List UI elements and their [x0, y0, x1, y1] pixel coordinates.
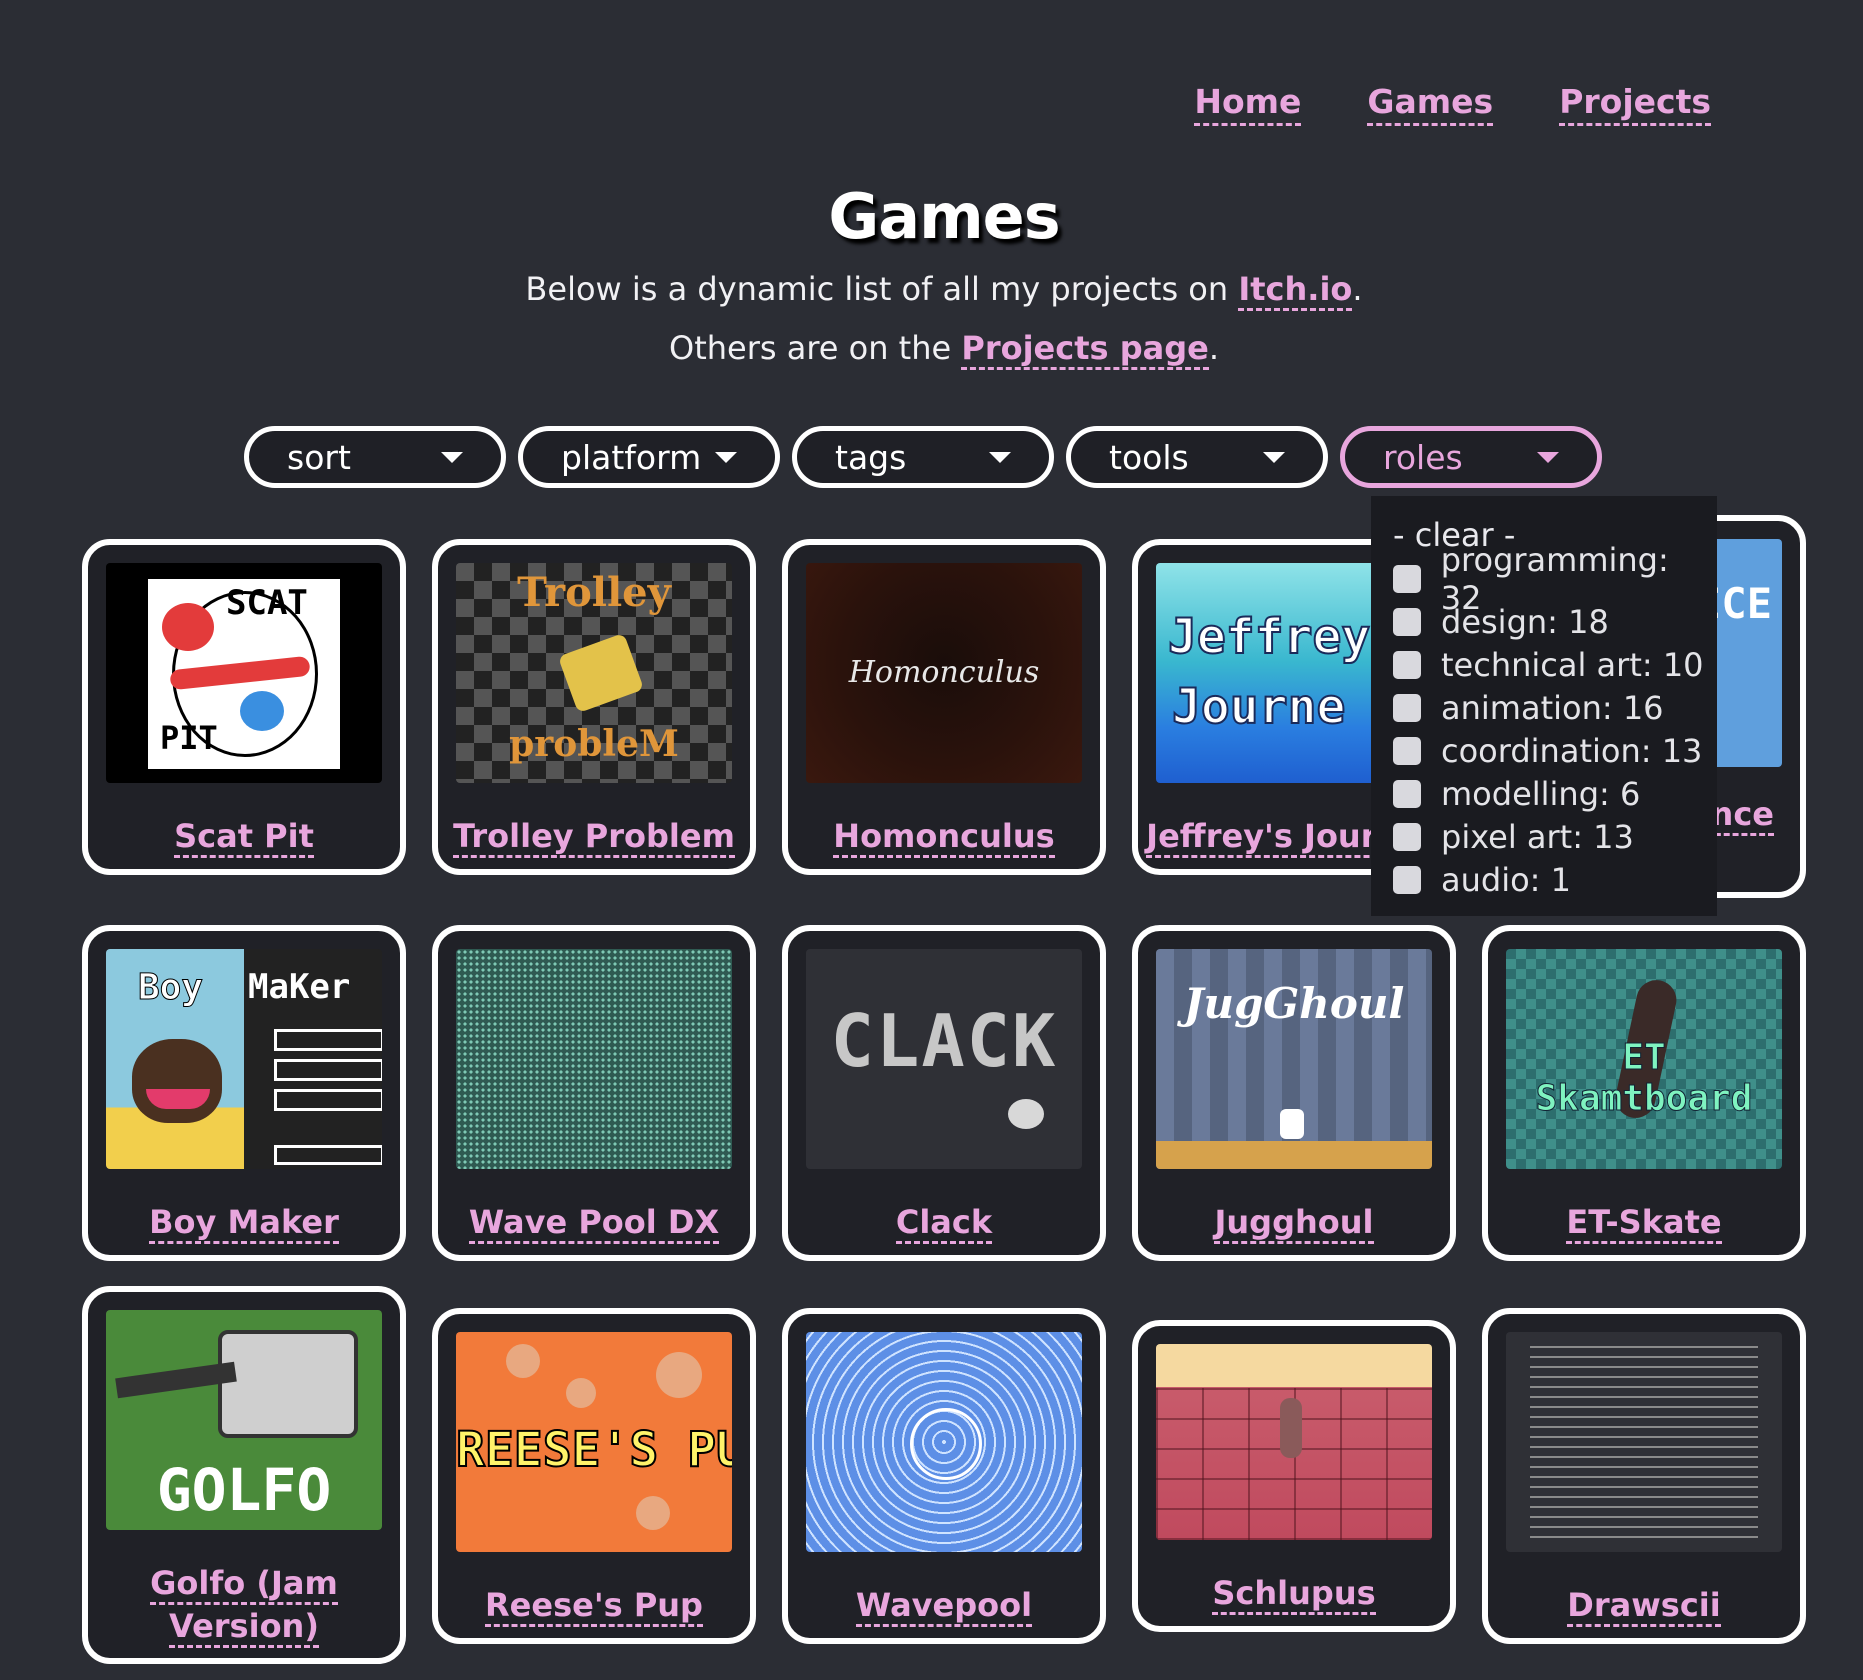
caret-down-icon [1263, 451, 1285, 463]
game-thumbnail[interactable] [806, 1332, 1082, 1552]
dot [636, 1496, 670, 1530]
role-option-coordination[interactable]: coordination: 13 [1371, 729, 1717, 772]
intro-line-1: Below is a dynamic list of all my projec… [0, 270, 1863, 311]
game-card[interactable]: Trolley probleM Trolley Problem [432, 539, 756, 875]
checkbox[interactable] [1393, 865, 1421, 894]
sort-dropdown[interactable]: sort [244, 426, 506, 488]
game-title-link[interactable]: Schlupus [1212, 1574, 1376, 1615]
game-title-link[interactable]: Reese's Pup [485, 1586, 703, 1627]
role-option-modelling[interactable]: modelling: 6 [1371, 772, 1717, 815]
game-thumbnail[interactable]: Homonculus [806, 563, 1082, 783]
game-title-link[interactable]: Wavepool [855, 1586, 1033, 1627]
caret-down-icon [715, 451, 737, 463]
role-option-programming[interactable]: programming: 32 [1371, 541, 1717, 617]
character-sprite [1280, 1398, 1302, 1458]
blue-blob [240, 691, 284, 731]
caret-down-icon [989, 451, 1011, 463]
trolley-figure [557, 632, 645, 714]
tools-dropdown[interactable]: tools [1066, 426, 1328, 488]
character-mouth [146, 1089, 210, 1109]
checkbox[interactable] [1393, 607, 1421, 636]
dot [656, 1352, 702, 1398]
checkbox[interactable] [1393, 736, 1421, 765]
checkbox[interactable] [1393, 779, 1421, 808]
game-card[interactable]: CLACK Clack [782, 925, 1106, 1261]
tags-dropdown[interactable]: tags [792, 426, 1054, 488]
roles-dropdown-menu: - clear - programming: 32 design: 18 tec… [1371, 496, 1717, 916]
game-thumbnail[interactable]: JugGhoul [1156, 949, 1432, 1169]
game-thumbnail[interactable]: Trolley probleM [456, 563, 732, 783]
game-card[interactable]: Schlupus [1132, 1320, 1456, 1632]
game-card[interactable]: Wave Pool DX [432, 925, 756, 1261]
nav-games-link[interactable]: Games [1367, 82, 1494, 126]
game-title-link[interactable]: Boy Maker [149, 1203, 339, 1244]
game-thumbnail[interactable] [1506, 1332, 1782, 1552]
platform-dropdown[interactable]: platform [518, 426, 780, 488]
game-title-link[interactable]: Trolley Problem [453, 817, 735, 858]
game-card[interactable]: Boy MaKer Boy Maker [82, 925, 406, 1261]
role-option-technical-art[interactable]: technical art: 10 [1371, 643, 1717, 686]
role-option-audio[interactable]: audio: 1 [1371, 858, 1717, 901]
top-nav: Home Games Projects [1194, 82, 1711, 126]
dot [506, 1344, 540, 1378]
caret-down-icon [441, 451, 463, 463]
ui-bar [274, 1089, 382, 1111]
nav-projects-link[interactable]: Projects [1559, 82, 1711, 126]
checkbox[interactable] [1393, 693, 1421, 722]
character-head [132, 1039, 222, 1123]
game-thumbnail[interactable]: SCAT PIT [106, 563, 382, 783]
game-card[interactable]: JugGhoul Jugghoul [1132, 925, 1456, 1261]
player-sprite [1280, 1109, 1304, 1139]
game-title-link[interactable]: Jugghoul [1214, 1203, 1374, 1244]
game-thumbnail[interactable]: CLACK [806, 949, 1082, 1169]
game-thumbnail[interactable] [456, 949, 732, 1169]
game-thumbnail[interactable]: Boy MaKer [106, 949, 382, 1169]
game-title-link[interactable]: Scat Pit [174, 817, 314, 858]
filter-bar: sort platform tags tools roles [244, 426, 1602, 488]
ui-bar [274, 1145, 382, 1165]
roles-dropdown[interactable]: roles [1340, 426, 1602, 488]
game-title-link[interactable]: Golfo (Jam Version) [150, 1564, 338, 1648]
intro-line-2: Others are on the Projects page. [0, 329, 1863, 370]
itchio-link[interactable]: Itch.io [1238, 270, 1353, 311]
page-title: Games [828, 180, 1060, 253]
projects-page-link[interactable]: Projects page [961, 329, 1209, 370]
game-title-link[interactable]: Wave Pool DX [468, 1203, 720, 1244]
game-title-link[interactable]: Clack [895, 1203, 993, 1244]
caret-down-icon [1537, 451, 1559, 463]
role-option-animation[interactable]: animation: 16 [1371, 686, 1717, 729]
game-thumbnail[interactable] [1156, 1344, 1432, 1540]
game-card[interactable]: GOLFO Golfo (Jam Version) [82, 1286, 406, 1664]
ui-bar [274, 1029, 382, 1051]
role-option-pixel-art[interactable]: pixel art: 13 [1371, 815, 1717, 858]
golf-cart [218, 1330, 358, 1438]
nav-home-link[interactable]: Home [1194, 82, 1302, 126]
checkbox[interactable] [1393, 650, 1421, 679]
ripple-ring [910, 1408, 982, 1480]
ui-bar [274, 1059, 382, 1081]
checkbox[interactable] [1393, 822, 1421, 851]
mouse-icon [1008, 1099, 1044, 1129]
red-blob [162, 603, 214, 651]
game-card[interactable]: Homonculus Homonculus [782, 539, 1106, 875]
ascii-art [1530, 1338, 1758, 1546]
game-card[interactable]: REESE'S PUP Reese's Pup [432, 1308, 756, 1644]
game-title-link[interactable]: Homonculus [833, 817, 1055, 858]
game-card[interactable]: Drawscii [1482, 1308, 1806, 1644]
game-thumbnail[interactable]: REESE'S PUP [456, 1332, 732, 1552]
game-title-link[interactable]: ET-Skate [1566, 1203, 1722, 1244]
checkbox[interactable] [1393, 564, 1421, 593]
game-card[interactable]: SCAT PIT Scat Pit [82, 539, 406, 875]
ground [1156, 1141, 1432, 1169]
game-thumbnail[interactable]: ET Skamtboard [1506, 949, 1782, 1169]
game-thumbnail[interactable]: GOLFO [106, 1310, 382, 1530]
game-card[interactable]: ET Skamtboard ET-Skate [1482, 925, 1806, 1261]
game-card[interactable]: Wavepool [782, 1308, 1106, 1644]
game-title-link[interactable]: Drawscii [1567, 1586, 1721, 1627]
dot [566, 1378, 596, 1408]
